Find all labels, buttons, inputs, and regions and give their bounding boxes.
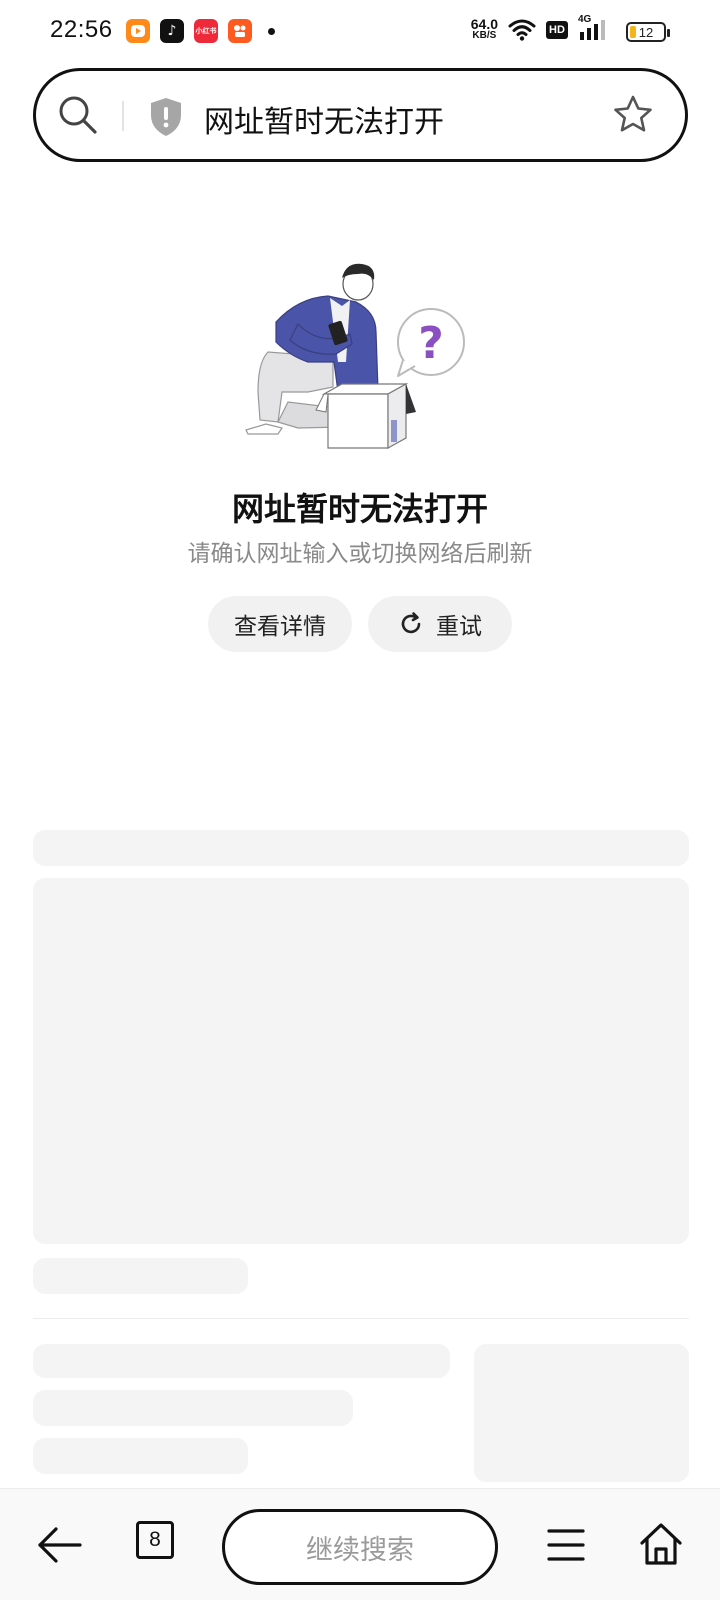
question-bubble-icon: ? — [397, 308, 465, 377]
back-arrow-icon[interactable] — [34, 1523, 86, 1567]
skeleton-bar — [33, 830, 689, 866]
search-icon[interactable] — [56, 93, 100, 137]
status-bar: 22:56 ♪ 小红书 64.0 KB/S HD 4G 12 — [0, 0, 720, 64]
error-subtitle: 请确认网址输入或切换网络后刷新 — [187, 541, 533, 567]
error-title: 网址暂时无法打开 — [231, 490, 488, 528]
kuaishou-app-icon — [228, 19, 252, 43]
net-speed: 64.0 KB/S — [470, 16, 498, 41]
shield-warning-icon[interactable] — [146, 95, 186, 139]
video-app-icon — [126, 19, 150, 43]
more-notifications-dot — [268, 27, 275, 35]
address-divider — [122, 101, 124, 131]
skeleton-divider — [33, 1318, 689, 1319]
menu-icon[interactable] — [546, 1525, 586, 1565]
cellular-signal-icon: 4G — [578, 14, 608, 42]
address-title[interactable]: 网址暂时无法打开 — [204, 97, 444, 141]
view-details-label: 查看详情 — [234, 614, 326, 640]
continue-search-label: 继续搜索 — [306, 1534, 414, 1566]
bookmark-star-icon[interactable] — [611, 93, 655, 137]
skeleton-bar — [33, 1438, 248, 1474]
skeleton-bar — [33, 1390, 353, 1426]
retry-button[interactable]: 重试 — [368, 596, 512, 652]
tab-count: 8 — [149, 1528, 161, 1551]
battery-indicator: 12 — [626, 22, 670, 42]
svg-text:?: ? — [418, 318, 444, 369]
bottom-navigation: 8 继续搜索 — [0, 1488, 720, 1600]
wifi-icon — [508, 19, 536, 41]
home-icon[interactable] — [638, 1521, 684, 1567]
skeleton-image — [33, 878, 689, 1244]
view-details-button[interactable]: 查看详情 — [208, 596, 352, 652]
retry-label: 重试 — [436, 614, 482, 640]
hd-badge: HD — [546, 21, 568, 39]
continue-search-button[interactable]: 继续搜索 — [222, 1509, 498, 1585]
skeleton-bar — [33, 1344, 450, 1378]
address-bar[interactable]: 网址暂时无法打开 — [33, 68, 688, 162]
notification-app-icons: ♪ 小红书 — [126, 19, 275, 43]
error-illustration: ? — [245, 263, 465, 450]
refresh-icon — [401, 612, 421, 634]
status-right-group: 64.0 KB/S HD 4G — [470, 14, 608, 42]
skeleton-bar — [33, 1258, 248, 1294]
xiaohongshu-app-icon: 小红书 — [194, 19, 218, 43]
skeleton-thumbnail — [474, 1344, 689, 1482]
tabs-button[interactable]: 8 — [136, 1521, 174, 1559]
tiktok-app-icon: ♪ — [160, 19, 184, 43]
status-time: 22:56 — [50, 16, 113, 43]
